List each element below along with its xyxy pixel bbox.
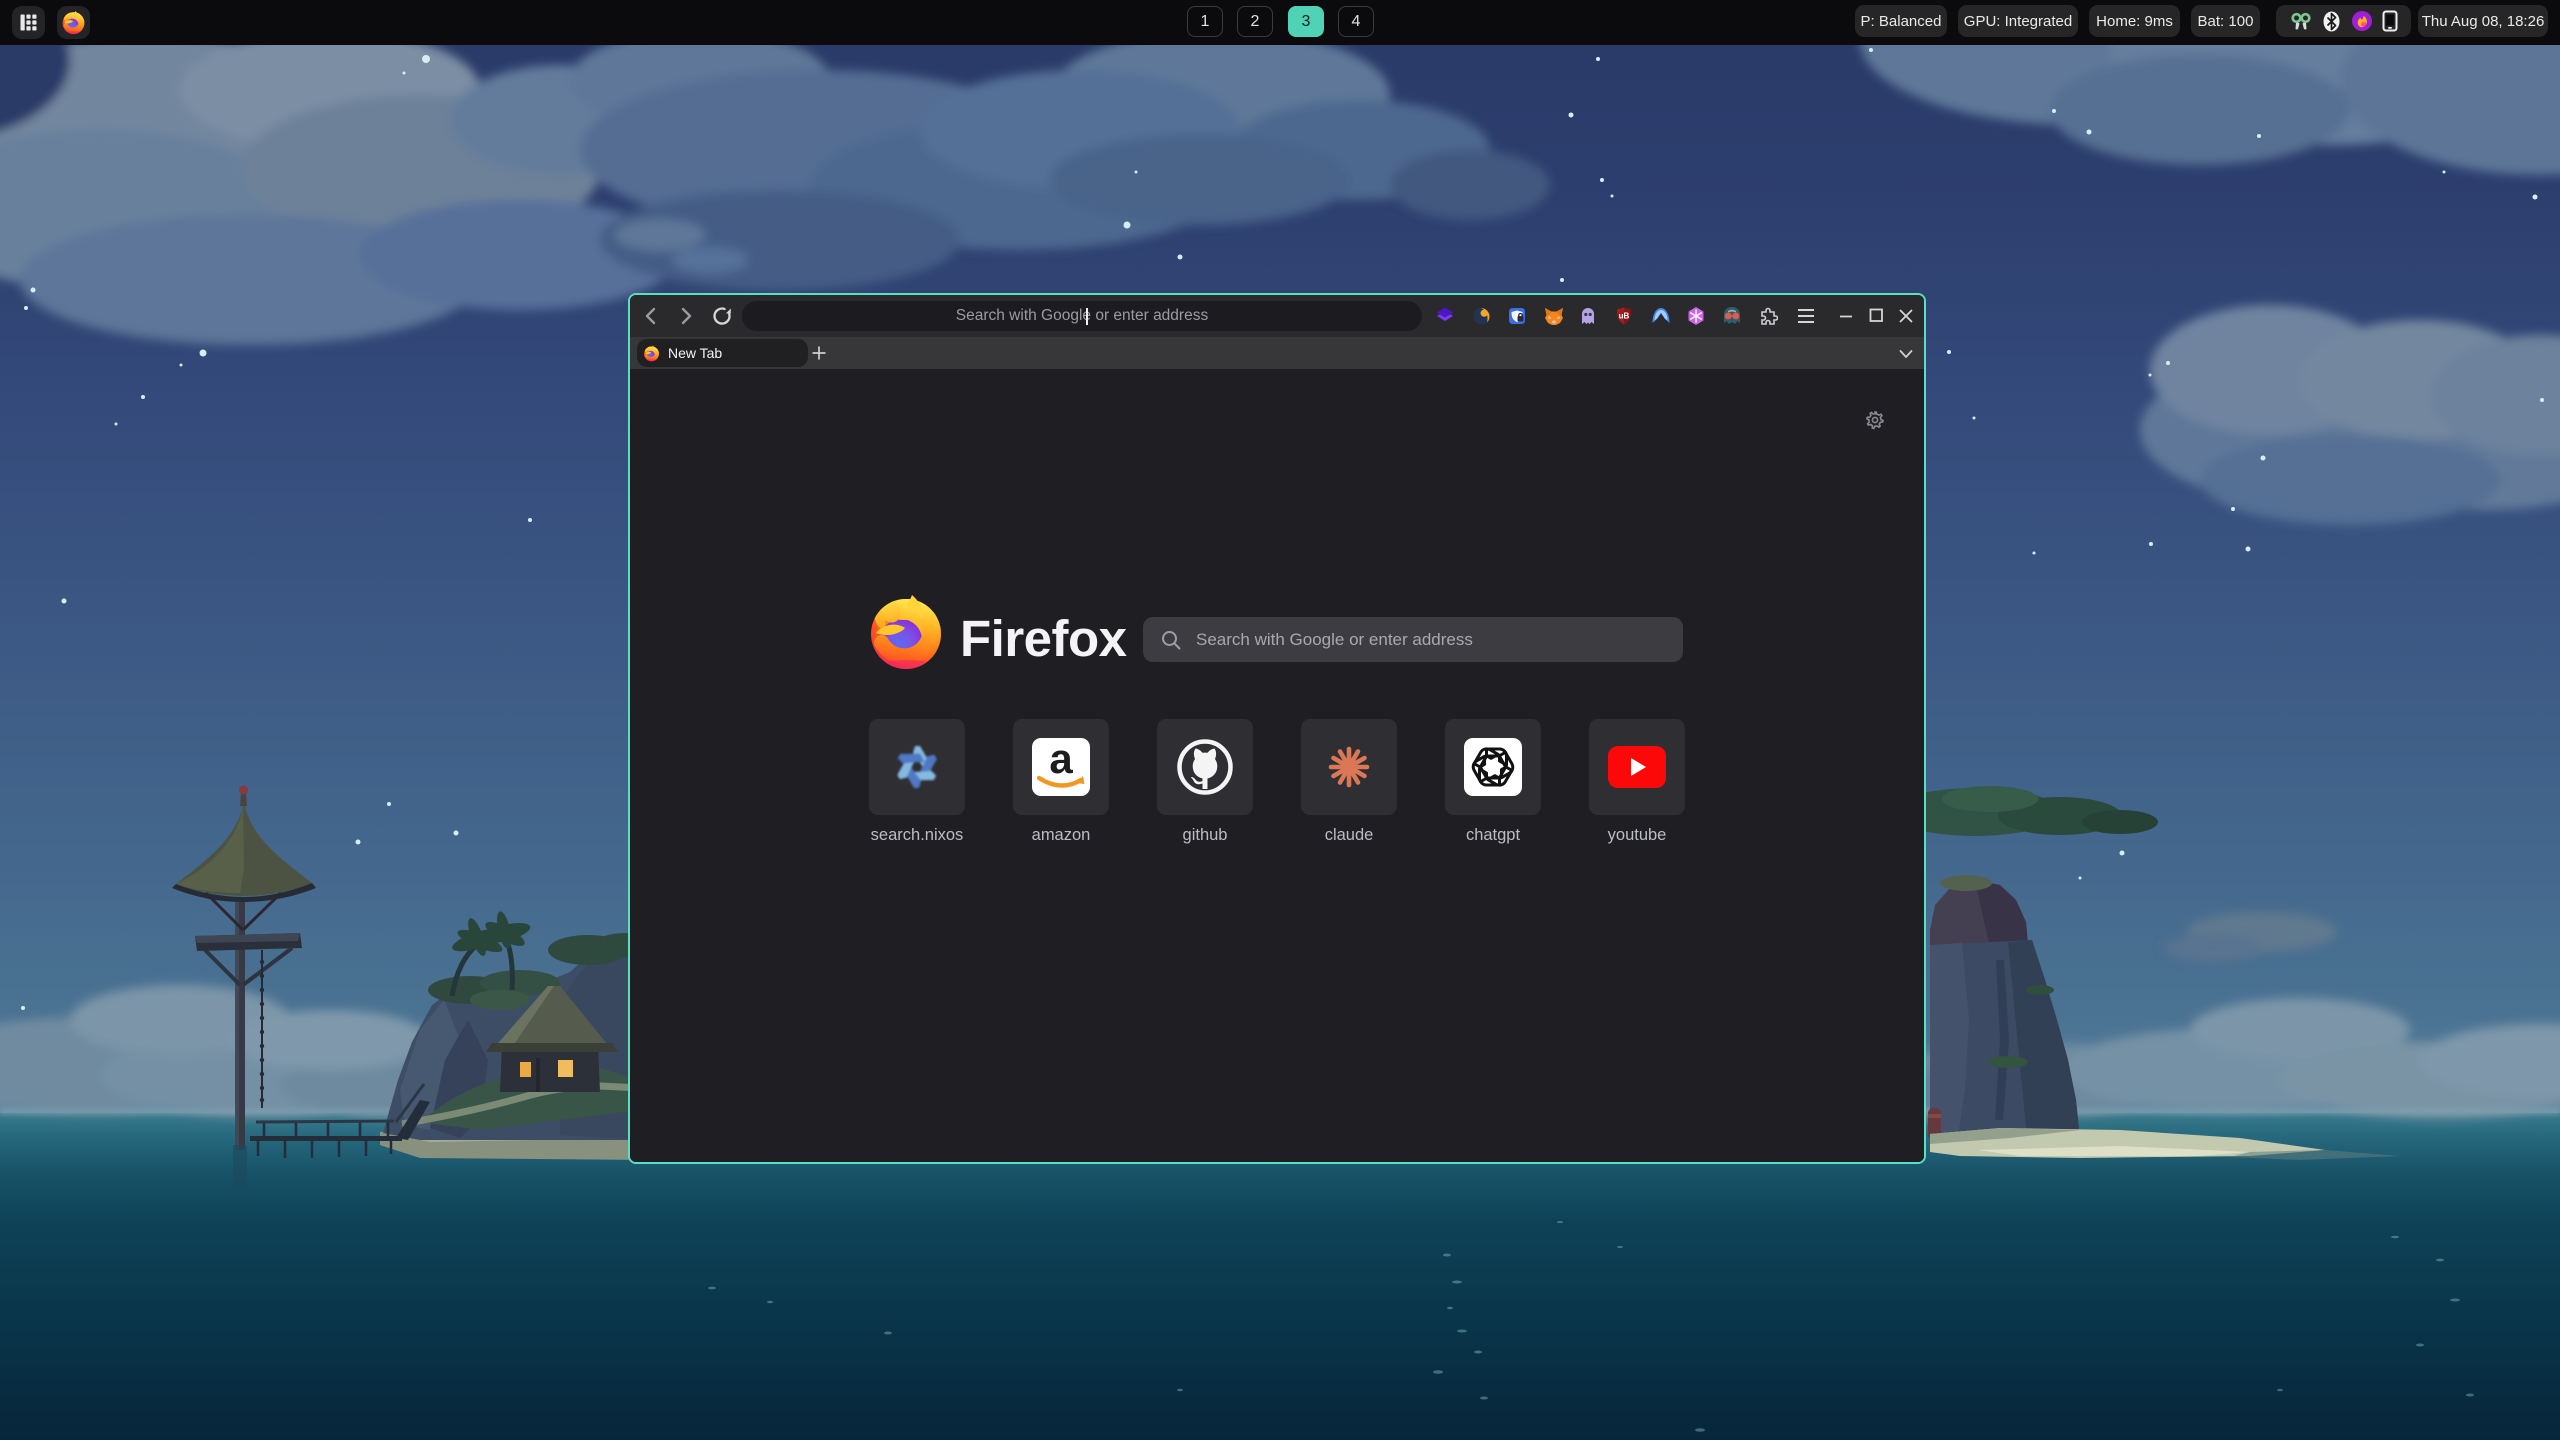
svg-text:uB: uB (1619, 312, 1630, 321)
